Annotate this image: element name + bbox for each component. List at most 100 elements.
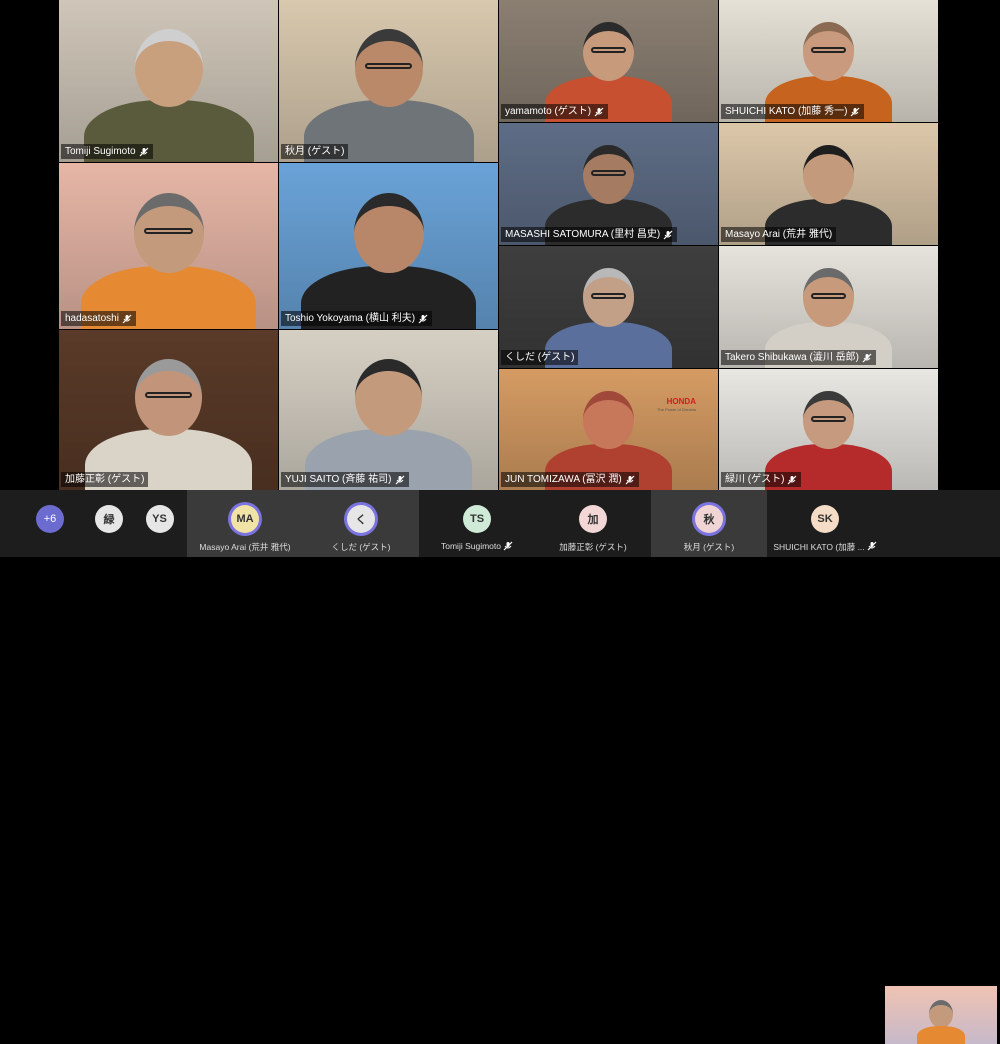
mic-off-icon bbox=[663, 230, 673, 240]
video-tile[interactable]: Takero Shibukawa (澁川 岳郎) bbox=[719, 246, 938, 368]
participant-name: YUJI SAITO (斉藤 祐司) bbox=[281, 472, 409, 487]
self-view-thumbnail[interactable] bbox=[885, 986, 997, 1044]
glasses bbox=[145, 392, 192, 399]
participant-name-text: 緑川 (ゲスト) bbox=[725, 474, 785, 485]
self-view-body bbox=[917, 1026, 965, 1044]
participant-name: MASASHI SATOMURA (里村 昌史) bbox=[501, 227, 678, 242]
chip-name: 加藤正彰 (ゲスト) bbox=[539, 541, 647, 553]
chip-name-text: Tomiji Sugimoto bbox=[441, 541, 501, 551]
participant-face bbox=[355, 358, 422, 436]
participant-avatar: MA bbox=[231, 505, 259, 533]
video-tile[interactable]: Tomiji Sugimoto bbox=[59, 0, 278, 162]
mic-off-icon bbox=[867, 541, 877, 551]
glasses bbox=[364, 63, 413, 70]
mic-off-icon bbox=[862, 353, 872, 363]
participant-face bbox=[353, 192, 424, 274]
participant-face bbox=[803, 144, 854, 204]
video-grid: Tomiji Sugimoto 秋月 (ゲスト) yamamoto (ゲスト) SHU… bbox=[0, 0, 1000, 490]
participant-name-text: Toshio Yokoyama (横山 利夫) bbox=[285, 313, 416, 324]
mic-off-icon bbox=[122, 314, 132, 324]
honda-tagline: The Power of Dreams bbox=[657, 407, 696, 412]
glasses bbox=[590, 47, 627, 54]
participant-chip[interactable]: SK SHUICHI KATO (加藤 ... bbox=[767, 490, 883, 557]
participant-chip[interactable]: 緑 bbox=[86, 490, 132, 557]
participant-chip[interactable]: 秋秋月 (ゲスト) bbox=[651, 490, 767, 557]
video-tile[interactable]: くしだ (ゲスト) bbox=[499, 246, 718, 368]
video-tile[interactable]: YUJI SAITO (斉藤 祐司) bbox=[279, 330, 498, 490]
overflow-chip[interactable]: +6 bbox=[0, 490, 86, 557]
video-tile[interactable]: MASASHI SATOMURA (里村 昌史) bbox=[499, 123, 718, 245]
participant-name-text: SHUICHI KATO (加藤 秀一) bbox=[725, 106, 848, 117]
chip-name-text: くしだ (ゲスト) bbox=[331, 542, 391, 552]
mic-off-icon bbox=[625, 475, 635, 485]
participant-chip[interactable]: YS bbox=[132, 490, 187, 557]
mic-off-icon bbox=[850, 107, 860, 117]
participant-chip[interactable]: TS Tomiji Sugimoto bbox=[419, 490, 535, 557]
participant-name-text: くしだ (ゲスト) bbox=[505, 352, 575, 363]
participant-name: JUN TOMIZAWA (冨沢 潤) bbox=[501, 472, 639, 487]
participant-name: 秋月 (ゲスト) bbox=[281, 144, 349, 159]
chip-name: SHUICHI KATO (加藤 ... bbox=[771, 541, 879, 553]
participant-name-text: yamamoto (ゲスト) bbox=[505, 106, 592, 117]
participant-name-text: hadasatoshi bbox=[65, 313, 119, 324]
mic-off-icon bbox=[594, 107, 604, 117]
participant-name: SHUICHI KATO (加藤 秀一) bbox=[721, 104, 865, 119]
participant-avatar: YS bbox=[145, 505, 174, 533]
video-tile[interactable]: 緑川 (ゲスト) bbox=[719, 369, 938, 490]
mic-off-icon bbox=[503, 541, 513, 551]
participant-chip[interactable]: くくしだ (ゲスト) bbox=[303, 490, 419, 557]
participant-avatar: く bbox=[347, 505, 375, 533]
participant-name: Toshio Yokoyama (横山 利夫) bbox=[281, 311, 433, 326]
glasses bbox=[810, 416, 847, 423]
participant-chip[interactable]: 加加藤正彰 (ゲスト) bbox=[535, 490, 651, 557]
participant-name-text: 加藤正彰 (ゲスト) bbox=[65, 474, 145, 485]
mic-off-icon bbox=[418, 314, 428, 324]
glasses bbox=[590, 170, 627, 177]
video-tile[interactable]: Masayo Arai (荒井 雅代) bbox=[719, 123, 938, 245]
chip-name-text: 加藤正彰 (ゲスト) bbox=[559, 542, 627, 552]
glasses bbox=[810, 293, 847, 300]
participant-avatar: SK bbox=[811, 505, 839, 533]
chip-name: Masayo Arai (荒井 雅代) bbox=[191, 541, 299, 553]
participant-name: Masayo Arai (荒井 雅代) bbox=[721, 227, 837, 242]
participant-avatar: 緑 bbox=[95, 505, 123, 533]
participant-name-text: YUJI SAITO (斉藤 祐司) bbox=[285, 474, 392, 485]
chip-name: 秋月 (ゲスト) bbox=[655, 541, 763, 553]
glasses bbox=[810, 47, 847, 54]
participant-name: 緑川 (ゲスト) bbox=[721, 472, 802, 487]
mic-off-icon bbox=[395, 475, 405, 485]
glasses bbox=[144, 227, 193, 234]
participant-name: 加藤正彰 (ゲスト) bbox=[61, 472, 149, 487]
participant-name-text: 秋月 (ゲスト) bbox=[285, 146, 345, 157]
participant-strip: +6 緑 YS MA Masayo Arai (荒井 雅代) くくしだ (ゲスト) TS T… bbox=[0, 490, 1000, 1044]
participant-name-text: JUN TOMIZAWA (冨沢 潤) bbox=[505, 474, 622, 485]
video-tile[interactable]: Toshio Yokoyama (横山 利夫) bbox=[279, 163, 498, 329]
overflow-count[interactable]: +6 bbox=[36, 505, 64, 533]
video-tile[interactable]: 秋月 (ゲスト) bbox=[279, 0, 498, 162]
participant-avatar: 加 bbox=[579, 505, 607, 533]
participant-face bbox=[583, 390, 634, 450]
participant-name-text: Masayo Arai (荒井 雅代) bbox=[725, 229, 833, 240]
video-tile[interactable]: 加藤正彰 (ゲスト) bbox=[59, 330, 278, 490]
video-tile[interactable]: SHUICHI KATO (加藤 秀一) bbox=[719, 0, 938, 122]
participant-name: yamamoto (ゲスト) bbox=[501, 104, 609, 119]
chip-name: くしだ (ゲスト) bbox=[307, 541, 415, 553]
self-view-face bbox=[929, 1000, 953, 1028]
participant-chip[interactable]: MA Masayo Arai (荒井 雅代) bbox=[187, 490, 303, 557]
chip-name-text: 秋月 (ゲスト) bbox=[683, 542, 735, 552]
video-tile[interactable]: HONDA The Power of Dreams JUN TOMIZAWA (冨沢… bbox=[499, 369, 718, 490]
video-tile[interactable]: yamamoto (ゲスト) bbox=[499, 0, 718, 122]
participant-name-text: MASASHI SATOMURA (里村 昌史) bbox=[505, 229, 661, 240]
mic-off-icon bbox=[787, 475, 797, 485]
participant-name: hadasatoshi bbox=[61, 311, 136, 326]
video-tile[interactable]: hadasatoshi bbox=[59, 163, 278, 329]
chip-name-text: SHUICHI KATO (加藤 ... bbox=[773, 542, 865, 552]
participant-name-text: Tomiji Sugimoto bbox=[65, 146, 136, 157]
mic-off-icon bbox=[139, 147, 149, 157]
honda-logo: HONDA bbox=[666, 397, 696, 406]
participant-name: Tomiji Sugimoto bbox=[61, 144, 153, 159]
participant-avatar: 秋 bbox=[695, 505, 723, 533]
participant-name-text: Takero Shibukawa (澁川 岳郎) bbox=[725, 352, 859, 363]
participant-avatar: TS bbox=[463, 505, 491, 533]
participant-name: くしだ (ゲスト) bbox=[501, 350, 579, 365]
